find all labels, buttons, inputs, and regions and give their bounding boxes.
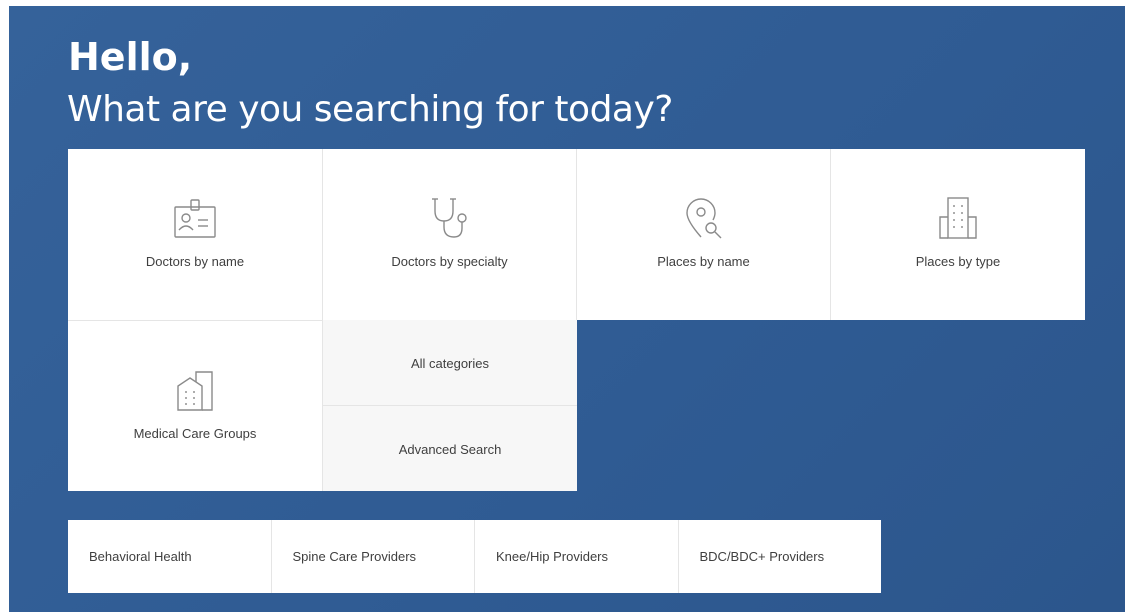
tile-label: Places by type bbox=[915, 254, 1001, 269]
tile-doctors-by-name[interactable]: Doctors by name bbox=[68, 149, 323, 320]
quick-links-strip: Behavioral Health Spine Care Providers K… bbox=[68, 520, 881, 593]
tile-label: Doctors by name bbox=[145, 254, 245, 269]
tile-label: Doctors by specialty bbox=[391, 254, 508, 269]
advanced-search-label: Advanced Search bbox=[398, 442, 502, 457]
stethoscope-icon bbox=[431, 198, 467, 238]
tile-places-by-name[interactable]: Places by name bbox=[577, 149, 831, 320]
tile-label: Places by name bbox=[657, 254, 750, 269]
greeting-heading: Hello, bbox=[68, 35, 193, 79]
quick-link-knee-hip-providers[interactable]: Knee/Hip Providers bbox=[475, 520, 679, 593]
advanced-search-link[interactable]: Advanced Search bbox=[323, 406, 577, 491]
tile-places-by-type[interactable]: Places by type bbox=[831, 149, 1085, 320]
tile-medical-care-groups[interactable]: Medical Care Groups bbox=[68, 320, 323, 491]
all-categories-label: All categories bbox=[410, 356, 490, 371]
location-search-icon bbox=[685, 198, 721, 239]
all-categories-link[interactable]: All categories bbox=[323, 320, 577, 406]
medical-group-building-icon bbox=[177, 371, 213, 411]
quick-link-spine-care-providers[interactable]: Spine Care Providers bbox=[272, 520, 475, 593]
id-badge-icon bbox=[174, 199, 216, 238]
building-icon bbox=[939, 197, 977, 239]
tile-doctors-by-specialty[interactable]: Doctors by specialty bbox=[323, 149, 577, 320]
search-question-heading: What are you searching for today? bbox=[67, 89, 673, 130]
main-panel: Hello, What are you searching for today?… bbox=[9, 6, 1125, 612]
quick-link-behavioral-health[interactable]: Behavioral Health bbox=[68, 520, 272, 593]
quick-link-bdc-providers[interactable]: BDC/BDC+ Providers bbox=[679, 520, 882, 593]
tile-label: Medical Care Groups bbox=[133, 426, 257, 441]
